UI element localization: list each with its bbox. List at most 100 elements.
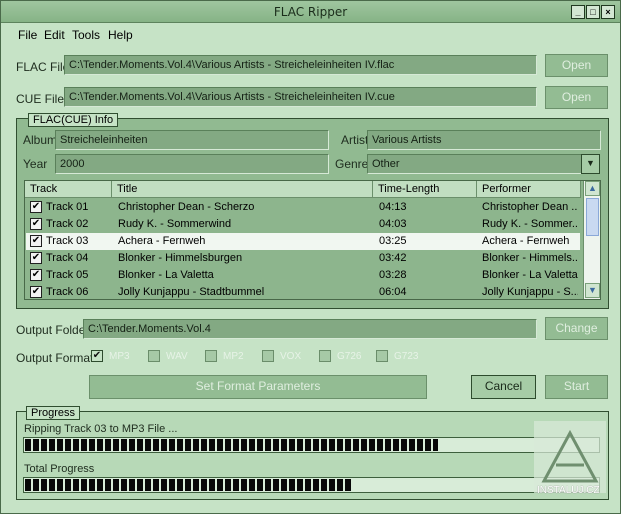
artist-field[interactable]: Various Artists	[367, 130, 601, 150]
cue-file-label: CUE File	[16, 92, 65, 106]
g723-checkbox[interactable]	[376, 350, 388, 362]
year-field[interactable]: 2000	[55, 154, 329, 174]
year-label: Year	[23, 157, 48, 171]
track-performer: Christopher Dean ...	[482, 201, 578, 213]
minimize-icon[interactable]: _	[571, 5, 585, 19]
watermark-logo-icon	[534, 421, 606, 493]
flac-file-label: FLAC File	[16, 60, 70, 74]
track-table-scrollbar[interactable]: ▲ ▼	[583, 181, 600, 299]
track-length: 03:25	[379, 235, 407, 247]
g726-label: G726	[337, 351, 362, 362]
track-performer: Blonker - Himmels...	[482, 252, 578, 264]
wav-label: WAV	[166, 351, 188, 362]
track-table: Track Title Time-Length Performer ✔ Trac…	[24, 180, 601, 300]
table-row[interactable]: ✔ Track 04 Blonker - Himmelsburgen 03:42…	[26, 250, 580, 267]
chevron-down-icon[interactable]: ▼	[581, 154, 600, 174]
vox-checkbox[interactable]	[262, 350, 274, 362]
track-checkbox[interactable]: ✔	[30, 269, 42, 281]
track-title: Achera - Fernweh	[118, 235, 206, 247]
change-folder-button[interactable]: Change	[545, 317, 608, 340]
scroll-up-icon[interactable]: ▲	[585, 181, 600, 196]
flac-ripper-window: FLAC Ripper _ □ × File Edit Tools Help F…	[0, 0, 621, 514]
track-title: Blonker - Himmelsburgen	[118, 252, 243, 264]
track-title: Blonker - La Valetta	[118, 269, 214, 281]
output-format-label: Output Format:	[16, 351, 97, 365]
table-row[interactable]: ✔ Track 02 Rudy K. - Sommerwind 04:03 Ru…	[26, 216, 580, 233]
table-row[interactable]: ✔ Track 01 Christopher Dean - Scherzo 04…	[26, 199, 580, 216]
track-performer: Achera - Fernweh	[482, 235, 570, 247]
flac-file-field[interactable]: C:\Tender.Moments.Vol.4\Various Artists …	[64, 55, 537, 75]
menu-edit[interactable]: Edit	[44, 28, 65, 42]
g726-checkbox[interactable]	[319, 350, 331, 362]
menu-help[interactable]: Help	[108, 28, 133, 42]
vox-label: VOX	[280, 351, 302, 362]
total-progress-label: Total Progress	[24, 463, 95, 475]
mp3-label: MP3	[109, 351, 130, 362]
track-checkbox[interactable]: ✔	[30, 218, 42, 230]
album-label: Album	[23, 133, 58, 147]
track-number: Track 04	[46, 252, 89, 264]
current-progress-bar	[23, 437, 600, 453]
track-number: Track 03	[46, 235, 89, 247]
start-button[interactable]: Start	[545, 375, 608, 399]
cancel-button[interactable]: Cancel	[471, 375, 536, 399]
title-bar: FLAC Ripper _ □ ×	[1, 1, 620, 23]
wav-checkbox[interactable]	[148, 350, 160, 362]
total-progress-fill	[25, 479, 352, 491]
table-row-selected[interactable]: ✔ Track 03 Achera - Fernweh 03:25 Achera…	[26, 233, 580, 250]
track-checkbox[interactable]: ✔	[30, 252, 42, 264]
output-folder-field[interactable]: C:\Tender.Moments.Vol.4	[83, 319, 537, 339]
track-number: Track 06	[46, 286, 89, 298]
table-row[interactable]: ✔ Track 06 Jolly Kunjappu - Stadtbummel …	[26, 284, 580, 301]
track-checkbox[interactable]: ✔	[30, 286, 42, 298]
track-number: Track 05	[46, 269, 89, 281]
set-format-parameters-button[interactable]: Set Format Parameters	[89, 375, 427, 399]
progress-group-title: Progress	[26, 406, 81, 420]
menu-tools[interactable]: Tools	[72, 28, 100, 42]
track-title: Jolly Kunjappu - Stadtbummel	[118, 286, 265, 298]
track-length: 03:42	[379, 252, 407, 264]
track-length: 04:03	[379, 218, 407, 230]
artist-label: Artist	[341, 133, 369, 147]
track-performer: Jolly Kunjappu - S...	[482, 286, 578, 298]
window-title: FLAC Ripper	[273, 5, 348, 19]
track-length: 03:28	[379, 269, 407, 281]
open-flac-button[interactable]: Open	[545, 54, 608, 77]
track-checkbox[interactable]: ✔	[30, 201, 42, 213]
mp2-label: MP2	[223, 351, 244, 362]
track-performer: Rudy K. - Sommer...	[482, 218, 578, 230]
track-length: 04:13	[379, 201, 407, 213]
scroll-down-icon[interactable]: ▼	[585, 283, 600, 298]
table-row[interactable]: ✔ Track 05 Blonker - La Valetta 03:28 Bl…	[26, 267, 580, 284]
col-performer[interactable]: Performer	[477, 181, 581, 198]
col-length[interactable]: Time-Length	[373, 181, 477, 198]
track-title: Christopher Dean - Scherzo	[118, 201, 255, 213]
open-cue-button[interactable]: Open	[545, 86, 608, 109]
close-icon[interactable]: ×	[601, 5, 615, 19]
info-group-title: FLAC(CUE) Info	[28, 113, 119, 127]
col-title[interactable]: Title	[112, 181, 373, 198]
col-track[interactable]: Track	[25, 181, 112, 198]
menu-bar: File Edit Tools Help	[1, 25, 620, 43]
genre-label: Genre	[335, 157, 369, 171]
mp3-checkbox[interactable]: ✔	[91, 350, 103, 362]
track-number: Track 02	[46, 218, 89, 230]
genre-select[interactable]: Other	[367, 154, 582, 174]
scroll-thumb[interactable]	[586, 198, 599, 236]
mp2-checkbox[interactable]	[205, 350, 217, 362]
g723-label: G723	[394, 351, 419, 362]
track-table-header: Track Title Time-Length Performer	[25, 181, 581, 198]
menu-file[interactable]: File	[18, 28, 37, 42]
output-folder-label: Output Folder	[16, 323, 90, 337]
album-field[interactable]: Streicheleinheiten	[55, 130, 329, 150]
track-number: Track 01	[46, 201, 89, 213]
maximize-icon[interactable]: □	[586, 5, 600, 19]
track-performer: Blonker - La Valetta	[482, 269, 578, 281]
current-progress-label: Ripping Track 03 to MP3 File ...	[24, 423, 178, 435]
total-progress-bar	[23, 477, 600, 493]
cue-file-field[interactable]: C:\Tender.Moments.Vol.4\Various Artists …	[64, 87, 537, 107]
watermark-text: INSTALUJ.CZ	[537, 485, 600, 496]
track-length: 06:04	[379, 286, 407, 298]
track-title: Rudy K. - Sommerwind	[118, 218, 232, 230]
track-checkbox[interactable]: ✔	[30, 235, 42, 247]
